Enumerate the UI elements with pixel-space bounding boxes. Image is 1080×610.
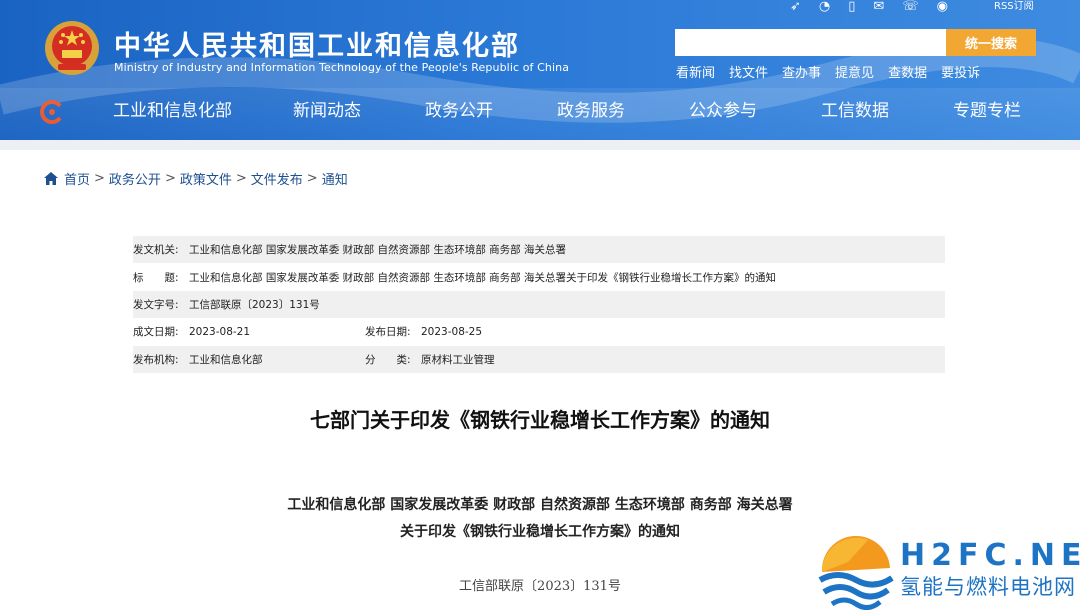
document-info-table: 发文机关: 工业和信息化部 国家发展改革委 财政部 自然资源部 生态环境部 商务… xyxy=(133,236,945,373)
quick-link-data[interactable]: 查数据 xyxy=(888,62,927,81)
nav-item-data[interactable]: 工信数据 xyxy=(821,96,889,121)
docno-label: 发文字号: xyxy=(133,298,179,311)
mail-icon[interactable]: ✉ xyxy=(873,0,884,13)
org-value: 工业和信息化部 xyxy=(189,353,263,366)
breadcrumb-file-release[interactable]: 文件发布 xyxy=(251,169,303,188)
published-date-value: 2023-08-25 xyxy=(421,326,483,339)
site-title: 中华人民共和国工业和信息化部 xyxy=(114,31,520,62)
breadcrumb-home[interactable]: 首页 xyxy=(64,169,90,188)
nav-item-ministry[interactable]: 工业和信息化部 xyxy=(113,96,232,121)
quick-link-complaint[interactable]: 要投诉 xyxy=(941,62,980,81)
national-emblem-icon xyxy=(45,21,99,75)
nav-item-public-participation[interactable]: 公众参与 xyxy=(689,96,757,121)
main-nav: 工业和信息化部 新闻动态 政务公开 政务服务 公众参与 工信数据 专题专栏 xyxy=(0,96,1080,128)
quick-link-files[interactable]: 找文件 xyxy=(729,62,768,81)
mobile-icon[interactable]: ▯ xyxy=(848,0,855,13)
quick-link-services[interactable]: 查办事 xyxy=(782,62,821,81)
nav-item-special-topics[interactable]: 专题专栏 xyxy=(953,96,1021,121)
quick-link-feedback[interactable]: 提意见 xyxy=(835,62,874,81)
nav-item-gov-services[interactable]: 政务服务 xyxy=(557,96,625,121)
site-header: 中华人民共和国工业和信息化部 Ministry of Industry and … xyxy=(0,0,1080,140)
category-label: 分 类: xyxy=(365,353,411,366)
title-value: 工业和信息化部 国家发展改革委 财政部 自然资源部 生态环境部 商务部 海关总署… xyxy=(189,271,777,284)
header-divider xyxy=(0,140,1080,150)
weibo-icon[interactable]: ◉ xyxy=(937,0,948,13)
nav-item-news[interactable]: 新闻动态 xyxy=(293,96,361,121)
docno-value: 工信部联原〔2023〕131号 xyxy=(189,298,320,311)
title-label: 标 题: xyxy=(133,271,179,284)
nav-item-gov-affairs[interactable]: 政务公开 xyxy=(425,96,493,121)
category-group: 分 类: 原材料工业管理 xyxy=(365,352,495,367)
breadcrumb-separator: > xyxy=(164,171,176,186)
accessibility-icon[interactable]: ◔ xyxy=(819,0,830,13)
search-input[interactable] xyxy=(675,29,947,56)
created-date-label: 成文日期: xyxy=(133,326,179,339)
article-title: 七部门关于印发《钢铁行业稳增长工作方案》的通知 xyxy=(310,408,770,432)
info-row-title: 标 题: 工业和信息化部 国家发展改革委 财政部 自然资源部 生态环境部 商务部… xyxy=(133,263,945,290)
breadcrumb-gov-affairs[interactable]: 政务公开 xyxy=(109,169,161,188)
info-row-dates: 成文日期: 2023-08-21 发布日期: 2023-08-25 xyxy=(133,318,945,345)
breadcrumb-notice[interactable]: 通知 xyxy=(322,169,348,188)
org-label: 发布机构: xyxy=(133,353,179,366)
search-button[interactable]: 统一搜索 xyxy=(946,29,1036,56)
site-subtitle-en: Ministry of Industry and Information Tec… xyxy=(114,61,570,74)
quick-link-news[interactable]: 看新闻 xyxy=(676,62,715,81)
share-icon[interactable]: ➶ xyxy=(790,0,801,13)
watermark-text-cn: 氢能与燃料电池网 xyxy=(900,575,1076,599)
breadcrumb-separator: > xyxy=(306,171,318,186)
breadcrumb-separator: > xyxy=(235,171,247,186)
category-value: 原材料工业管理 xyxy=(421,353,495,366)
miit-logo-icon[interactable] xyxy=(40,100,64,124)
quick-links: 看新闻 找文件 查办事 提意见 查数据 要投诉 xyxy=(676,62,980,81)
info-row-docno: 发文字号: 工信部联原〔2023〕131号 xyxy=(133,290,945,319)
home-icon[interactable] xyxy=(44,172,58,185)
published-date-group: 发布日期: 2023-08-25 xyxy=(365,324,482,339)
issuer-value: 工业和信息化部 国家发展改革委 财政部 自然资源部 生态环境部 商务部 海关总署 xyxy=(189,244,567,257)
published-date-label: 发布日期: xyxy=(365,326,411,339)
wechat-icon[interactable]: ☏ xyxy=(902,0,918,13)
info-row-org: 发布机构: 工业和信息化部 分 类: 原材料工业管理 xyxy=(133,345,945,373)
info-row-issuer: 发文机关: 工业和信息化部 国家发展改革委 财政部 自然资源部 生态环境部 商务… xyxy=(133,236,945,264)
breadcrumb-policy-files[interactable]: 政策文件 xyxy=(180,169,232,188)
rss-link[interactable]: RSS订阅 xyxy=(994,0,1034,12)
issuer-label: 发文机关: xyxy=(133,244,179,257)
breadcrumb: 首页 > 政务公开 > 政策文件 > 文件发布 > 通知 xyxy=(44,169,348,188)
top-utility-icons: ➶ ◔ ▯ ✉ ☏ ◉ xyxy=(790,0,948,14)
watermark-text-en: H2FC.NET xyxy=(900,538,1080,573)
created-date-value: 2023-08-21 xyxy=(189,325,251,338)
document-issuers: 工业和信息化部 国家发展改革委 财政部 自然资源部 生态环境部 商务部 海关总署 xyxy=(287,497,793,513)
breadcrumb-separator: > xyxy=(94,171,105,186)
